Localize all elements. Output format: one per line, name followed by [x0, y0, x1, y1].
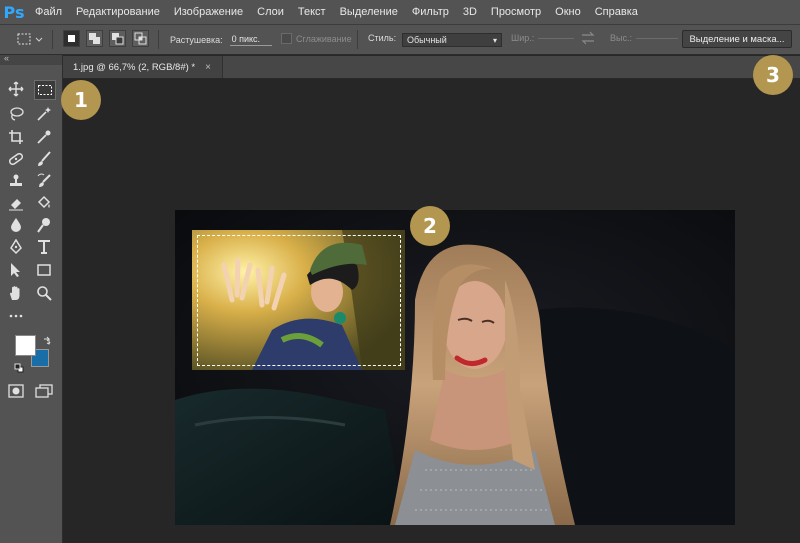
- quick-mask-button[interactable]: [6, 382, 26, 400]
- menu-3d[interactable]: 3D: [456, 0, 484, 24]
- options-bar: Растушевка: 0 пикс. Сглаживание Стиль: О…: [0, 25, 800, 55]
- feather-input[interactable]: 0 пикс.: [229, 33, 272, 46]
- screen-mode-icon: [35, 384, 53, 398]
- hand-icon: [10, 286, 20, 300]
- eraser-icon: [9, 199, 23, 211]
- eyedropper-tool[interactable]: [34, 128, 54, 146]
- magnifier-icon: [37, 286, 52, 301]
- photoshop-logo: Ps: [3, 2, 25, 22]
- style-select[interactable]: Обычный ▾: [402, 33, 502, 47]
- dodge-icon: [37, 218, 50, 233]
- tools-panel-header[interactable]: «: [0, 53, 62, 65]
- menu-type[interactable]: Текст: [291, 0, 333, 24]
- style-label: Стиль:: [368, 33, 397, 43]
- new-selection-icon: [68, 35, 75, 42]
- drop-icon: [11, 218, 21, 232]
- subtract-from-selection-button[interactable]: [109, 30, 126, 47]
- swap-dimensions-button[interactable]: [580, 31, 596, 45]
- hand-tool[interactable]: [6, 284, 26, 302]
- marquee-preset-icon: [17, 33, 43, 45]
- arrow-cursor-icon: [11, 263, 20, 277]
- rectangle-tool[interactable]: [34, 261, 54, 279]
- style-select-value: Обычный: [407, 35, 447, 45]
- spot-healing-brush-tool[interactable]: [6, 150, 26, 168]
- menu-edit[interactable]: Редактирование: [69, 0, 167, 24]
- width-label: Шир.:: [511, 33, 535, 43]
- move-tool[interactable]: [6, 80, 26, 98]
- new-selection-button[interactable]: [63, 30, 80, 47]
- collapse-chevron-icon: «: [4, 53, 10, 63]
- intersect-selection-button[interactable]: [132, 30, 149, 47]
- crop-icon: [9, 130, 23, 144]
- menu-layers[interactable]: Слои: [250, 0, 291, 24]
- eyedropper-icon: [37, 130, 51, 144]
- swap-colors-icon[interactable]: [42, 333, 52, 345]
- height-input[interactable]: [635, 37, 678, 39]
- menu-help[interactable]: Справка: [588, 0, 645, 24]
- dodge-tool[interactable]: [34, 216, 54, 234]
- quick-mask-icon: [8, 384, 24, 398]
- lasso-tool[interactable]: [6, 105, 26, 123]
- antialias-checkbox[interactable]: [281, 33, 292, 44]
- history-brush-tool[interactable]: [34, 172, 54, 190]
- menu-file[interactable]: Файл: [28, 0, 69, 24]
- paint-bucket-tool[interactable]: [34, 194, 54, 212]
- tools-panel: «: [0, 53, 63, 543]
- close-icon[interactable]: ×: [205, 62, 211, 73]
- eraser-tool[interactable]: [6, 194, 26, 212]
- zoom-tool[interactable]: [34, 284, 54, 302]
- add-to-selection-button[interactable]: [86, 30, 103, 47]
- rectangle-icon: [37, 264, 51, 276]
- screen-mode-button[interactable]: [34, 382, 54, 400]
- type-icon: [38, 240, 50, 254]
- more-tools-button[interactable]: [6, 307, 26, 325]
- swap-arrows-icon: [581, 31, 595, 45]
- antialias-label: Сглаживание: [296, 33, 352, 44]
- history-brush-icon: [37, 173, 51, 187]
- bandage-icon: [8, 152, 24, 166]
- marker-3: 3: [753, 55, 793, 95]
- menu-view[interactable]: Просмотр: [484, 0, 548, 24]
- document-tab[interactable]: 1.jpg @ 66,7% (2, RGB/8#) * ×: [63, 56, 223, 78]
- ellipsis-icon: [9, 314, 23, 318]
- rectangular-marquee-tool[interactable]: [34, 80, 56, 100]
- move-icon: [8, 81, 24, 97]
- stamp-icon: [10, 174, 22, 186]
- path-selection-tool[interactable]: [6, 261, 26, 279]
- feather-label: Растушевка:: [170, 34, 223, 45]
- menu-bar: Ps Файл Редактирование Изображение Слои …: [0, 0, 800, 25]
- clone-stamp-tool[interactable]: [6, 172, 26, 190]
- blur-tool[interactable]: [6, 216, 26, 234]
- brush-icon: [38, 151, 51, 166]
- lasso-icon: [10, 107, 24, 121]
- type-tool[interactable]: [34, 238, 54, 256]
- height-label: Выс.:: [610, 33, 632, 43]
- subtract-selection-icon: [112, 33, 124, 45]
- marker-2: 2: [410, 206, 450, 246]
- chevron-down-icon: ▾: [492, 35, 497, 45]
- tool-preset-picker[interactable]: [14, 30, 44, 48]
- paint-bucket-icon: [37, 195, 51, 209]
- brush-tool[interactable]: [34, 150, 54, 168]
- selection-marquee: [197, 235, 401, 366]
- pen-tool[interactable]: [6, 238, 26, 256]
- menu-filter[interactable]: Фильтр: [405, 0, 456, 24]
- magic-wand-icon: [37, 107, 51, 121]
- document-tab-title: 1.jpg @ 66,7% (2, RGB/8#) *: [73, 61, 196, 73]
- marker-1: 1: [61, 80, 101, 120]
- marquee-icon: [38, 85, 52, 95]
- add-selection-icon: [89, 33, 100, 44]
- menu-image[interactable]: Изображение: [167, 0, 250, 24]
- menu-window[interactable]: Окно: [548, 0, 588, 24]
- select-and-mask-button[interactable]: Выделение и маска...: [682, 30, 792, 48]
- pen-icon: [10, 239, 22, 255]
- default-colors-icon[interactable]: [14, 360, 24, 373]
- foreground-color-swatch[interactable]: [15, 335, 36, 356]
- magic-wand-tool[interactable]: [34, 105, 54, 123]
- width-input[interactable]: [538, 37, 575, 39]
- intersect-selection-icon: [134, 32, 147, 45]
- crop-tool[interactable]: [6, 128, 26, 146]
- menu-select[interactable]: Выделение: [333, 0, 405, 24]
